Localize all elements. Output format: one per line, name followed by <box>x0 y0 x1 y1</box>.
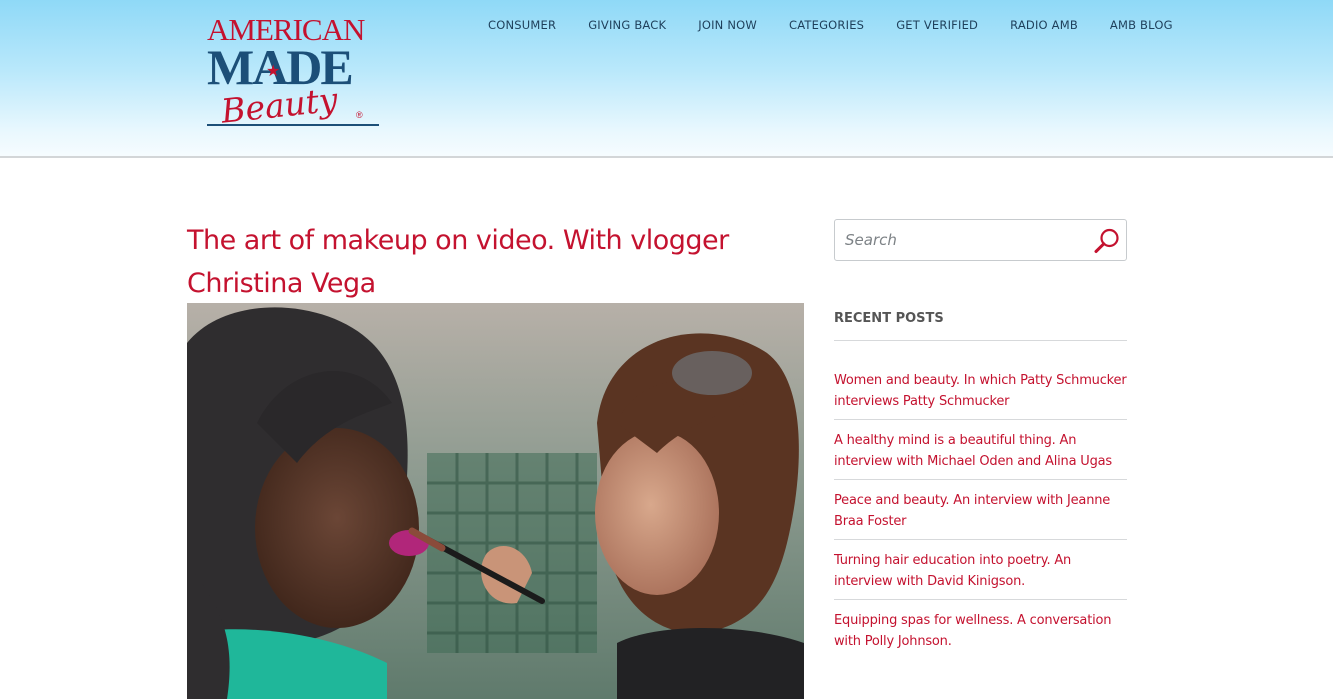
list-item: Peace and beauty. An interview with Jean… <box>834 480 1127 540</box>
recent-post-link[interactable]: Turning hair education into poetry. An i… <box>834 550 1127 592</box>
search-box <box>834 219 1127 261</box>
list-item: Women and beauty. In which Patty Schmuck… <box>834 360 1127 420</box>
nav-item-consumer[interactable]: CONSUMER <box>472 16 572 34</box>
nav-item-categories[interactable]: CATEGORIES <box>773 16 880 34</box>
list-item: A healthy mind is a beautiful thing. An … <box>834 420 1127 480</box>
registered-mark: ® <box>356 110 363 120</box>
site-header: AMERICAN MADE ★ Beauty ® CONSUMER GIVING… <box>0 0 1333 158</box>
main-nav: CONSUMER GIVING BACK JOIN NOW CATEGORIES… <box>472 16 1189 36</box>
divider <box>834 340 1127 341</box>
nav-item-giving-back[interactable]: GIVING BACK <box>572 16 682 34</box>
nav-item-get-verified[interactable]: GET VERIFIED <box>880 16 994 34</box>
list-item: Turning hair education into poetry. An i… <box>834 540 1127 600</box>
recent-post-link[interactable]: A healthy mind is a beautiful thing. An … <box>834 430 1127 472</box>
nav-item-join-now[interactable]: JOIN NOW <box>682 16 773 34</box>
article-title: The art of makeup on video. With vlogger… <box>187 225 729 299</box>
recent-posts-list: Women and beauty. In which Patty Schmuck… <box>834 360 1127 660</box>
recent-post-link[interactable]: Equipping spas for wellness. A conversat… <box>834 610 1127 652</box>
site-logo[interactable]: AMERICAN MADE ★ Beauty ® <box>207 14 382 138</box>
nav-item-radio-amb[interactable]: RADIO AMB <box>994 16 1094 34</box>
logo-underline <box>207 124 379 126</box>
search-input[interactable] <box>835 220 1085 260</box>
article-hero-image <box>187 303 804 699</box>
recent-posts-heading: RECENT POSTS <box>834 311 944 326</box>
search-icon[interactable] <box>1092 226 1122 256</box>
recent-post-link[interactable]: Peace and beauty. An interview with Jean… <box>834 490 1127 532</box>
nav-item-amb-blog[interactable]: AMB BLOG <box>1094 16 1189 34</box>
star-icon: ★ <box>266 63 281 80</box>
recent-post-link[interactable]: Women and beauty. In which Patty Schmuck… <box>834 370 1127 412</box>
list-item: Equipping spas for wellness. A conversat… <box>834 600 1127 660</box>
